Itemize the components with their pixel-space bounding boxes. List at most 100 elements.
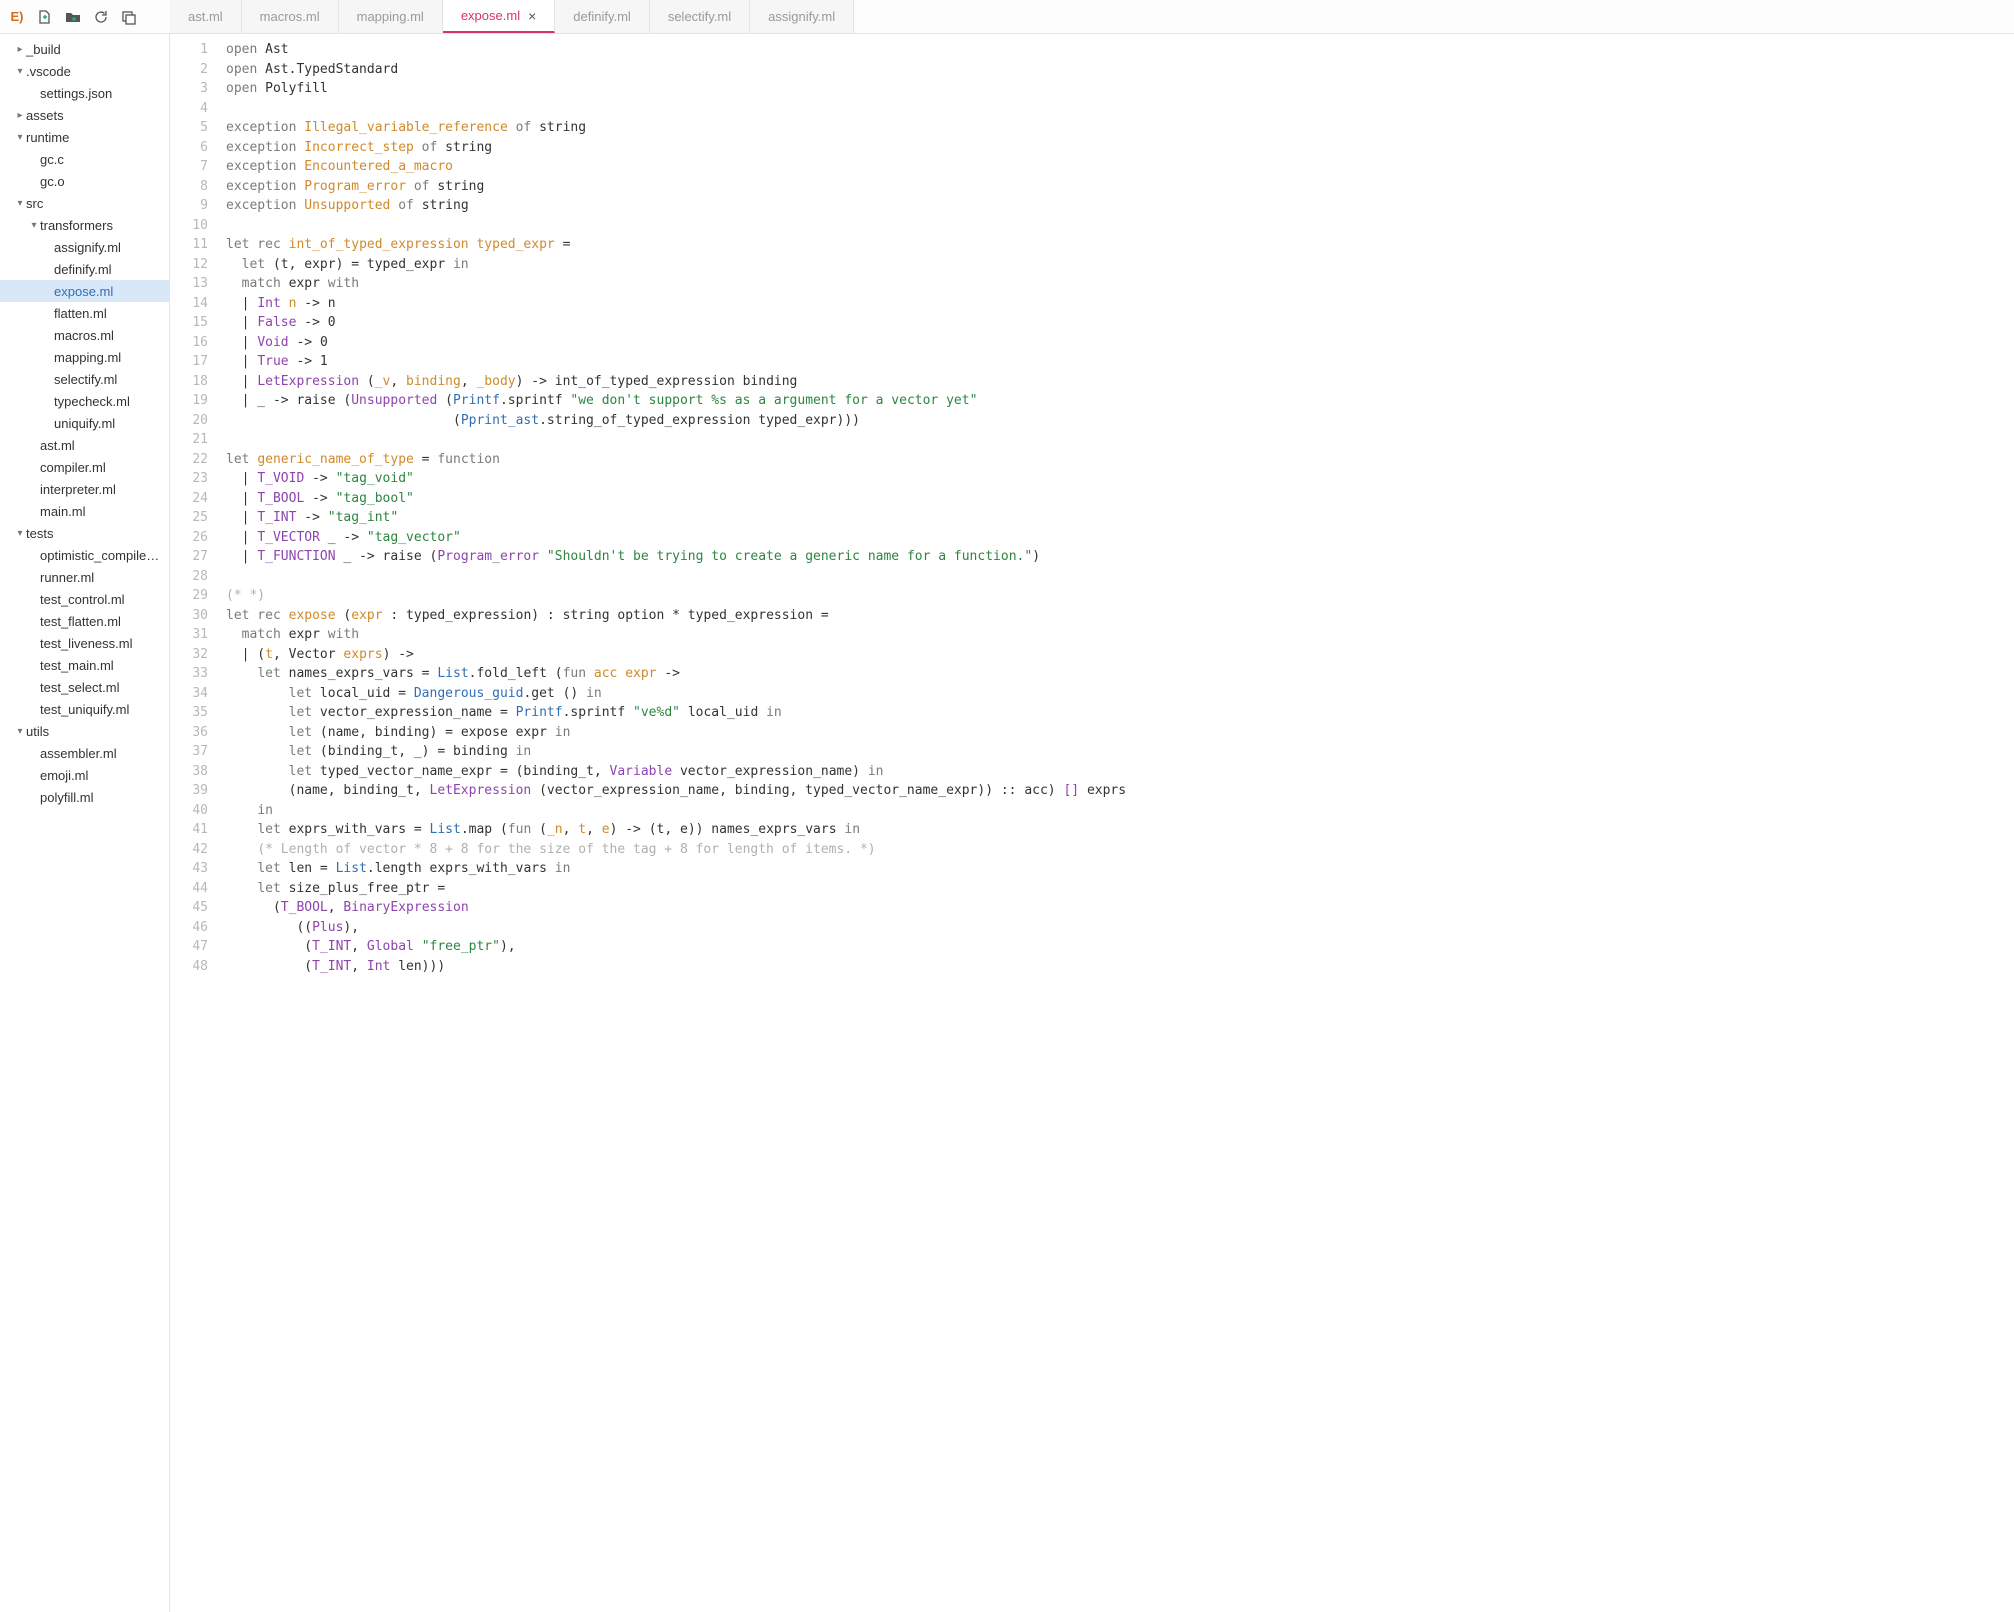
- code-line[interactable]: match expr with: [226, 274, 1126, 294]
- tree-file-optimistic_compile-[interactable]: optimistic_compile…: [0, 544, 169, 566]
- code-line[interactable]: open Ast: [226, 40, 1126, 60]
- chevron-down-icon[interactable]: ▾: [14, 198, 26, 209]
- tree-folder-tests[interactable]: ▾tests: [0, 522, 169, 544]
- tree-file-gc-o[interactable]: gc.o: [0, 170, 169, 192]
- tab-selectify-ml[interactable]: selectify.ml: [650, 0, 750, 33]
- chevron-right-icon[interactable]: ▸: [14, 44, 26, 55]
- code-line[interactable]: | Int n -> n: [226, 294, 1126, 314]
- code-line[interactable]: let generic_name_of_type = function: [226, 450, 1126, 470]
- code-line[interactable]: in: [226, 801, 1126, 821]
- code-line[interactable]: | (t, Vector exprs) ->: [226, 645, 1126, 665]
- code-line[interactable]: [226, 430, 1126, 450]
- tree-file-test_main-ml[interactable]: test_main.ml: [0, 654, 169, 676]
- code-line[interactable]: let vector_expression_name = Printf.spri…: [226, 703, 1126, 723]
- chevron-down-icon[interactable]: ▾: [14, 726, 26, 737]
- code-line[interactable]: exception Unsupported of string: [226, 196, 1126, 216]
- code-line[interactable]: | _ -> raise (Unsupported (Printf.sprint…: [226, 391, 1126, 411]
- code-line[interactable]: let names_exprs_vars = List.fold_left (f…: [226, 664, 1126, 684]
- tree-file-definify-ml[interactable]: definify.ml: [0, 258, 169, 280]
- code-line[interactable]: | False -> 0: [226, 313, 1126, 333]
- editor[interactable]: 1234567891011121314151617181920212223242…: [170, 34, 2014, 1612]
- tree-file-gc-c[interactable]: gc.c: [0, 148, 169, 170]
- tree-file-emoji-ml[interactable]: emoji.ml: [0, 764, 169, 786]
- code-line[interactable]: | T_BOOL -> "tag_bool": [226, 489, 1126, 509]
- code-area[interactable]: open Astopen Ast.TypedStandardopen Polyf…: [218, 34, 1126, 1612]
- code-line[interactable]: ((Plus),: [226, 918, 1126, 938]
- code-line[interactable]: | LetExpression (_v, binding, _body) -> …: [226, 372, 1126, 392]
- code-line[interactable]: (* *): [226, 586, 1126, 606]
- code-line[interactable]: exception Encountered_a_macro: [226, 157, 1126, 177]
- refresh-icon[interactable]: [92, 8, 110, 26]
- code-line[interactable]: | Void -> 0: [226, 333, 1126, 353]
- code-line[interactable]: open Polyfill: [226, 79, 1126, 99]
- code-line[interactable]: let rec expose (expr : typed_expression)…: [226, 606, 1126, 626]
- tree-folder-runtime[interactable]: ▾runtime: [0, 126, 169, 148]
- tree-folder-transformers[interactable]: ▾transformers: [0, 214, 169, 236]
- code-line[interactable]: exception Incorrect_step of string: [226, 138, 1126, 158]
- tab-definify-ml[interactable]: definify.ml: [555, 0, 650, 33]
- new-file-icon[interactable]: [36, 8, 54, 26]
- new-folder-icon[interactable]: [64, 8, 82, 26]
- code-line[interactable]: exception Program_error of string: [226, 177, 1126, 197]
- code-line[interactable]: let typed_vector_name_expr = (binding_t,…: [226, 762, 1126, 782]
- code-line[interactable]: [226, 216, 1126, 236]
- tab-expose-ml[interactable]: expose.ml×: [443, 0, 555, 33]
- tree-folder-utils[interactable]: ▾utils: [0, 720, 169, 742]
- tree-file-expose-ml[interactable]: expose.ml: [0, 280, 169, 302]
- code-line[interactable]: [226, 99, 1126, 119]
- tree-folder-_build[interactable]: ▸_build: [0, 38, 169, 60]
- tree-folder-assets[interactable]: ▸assets: [0, 104, 169, 126]
- code-line[interactable]: [226, 567, 1126, 587]
- tree-folder-src[interactable]: ▾src: [0, 192, 169, 214]
- tree-file-macros-ml[interactable]: macros.ml: [0, 324, 169, 346]
- tree-file-assignify-ml[interactable]: assignify.ml: [0, 236, 169, 258]
- chevron-down-icon[interactable]: ▾: [14, 66, 26, 77]
- collapse-icon[interactable]: [120, 8, 138, 26]
- tree-file-mapping-ml[interactable]: mapping.ml: [0, 346, 169, 368]
- code-line[interactable]: let (binding_t, _) = binding in: [226, 742, 1126, 762]
- tab-mapping-ml[interactable]: mapping.ml: [339, 0, 443, 33]
- code-line[interactable]: exception Illegal_variable_reference of …: [226, 118, 1126, 138]
- code-line[interactable]: let (name, binding) = expose expr in: [226, 723, 1126, 743]
- code-line[interactable]: (T_INT, Global "free_ptr"),: [226, 937, 1126, 957]
- tree-file-test_liveness-ml[interactable]: test_liveness.ml: [0, 632, 169, 654]
- code-line[interactable]: | T_VOID -> "tag_void": [226, 469, 1126, 489]
- code-line[interactable]: match expr with: [226, 625, 1126, 645]
- tree-file-flatten-ml[interactable]: flatten.ml: [0, 302, 169, 324]
- tab-ast-ml[interactable]: ast.ml: [170, 0, 242, 33]
- code-line[interactable]: | True -> 1: [226, 352, 1126, 372]
- tree-folder--vscode[interactable]: ▾.vscode: [0, 60, 169, 82]
- code-line[interactable]: (T_INT, Int len))): [226, 957, 1126, 977]
- code-line[interactable]: let size_plus_free_ptr =: [226, 879, 1126, 899]
- tree-file-test_flatten-ml[interactable]: test_flatten.ml: [0, 610, 169, 632]
- tab-assignify-ml[interactable]: assignify.ml: [750, 0, 854, 33]
- file-tree[interactable]: ▸_build▾.vscodesettings.json▸assets▾runt…: [0, 34, 170, 1612]
- code-line[interactable]: | T_FUNCTION _ -> raise (Program_error "…: [226, 547, 1126, 567]
- tree-file-compiler-ml[interactable]: compiler.ml: [0, 456, 169, 478]
- code-line[interactable]: (name, binding_t, LetExpression (vector_…: [226, 781, 1126, 801]
- code-line[interactable]: open Ast.TypedStandard: [226, 60, 1126, 80]
- code-line[interactable]: | T_VECTOR _ -> "tag_vector": [226, 528, 1126, 548]
- code-line[interactable]: | T_INT -> "tag_int": [226, 508, 1126, 528]
- tree-file-uniquify-ml[interactable]: uniquify.ml: [0, 412, 169, 434]
- code-line[interactable]: (T_BOOL, BinaryExpression: [226, 898, 1126, 918]
- tree-file-settings-json[interactable]: settings.json: [0, 82, 169, 104]
- tree-file-assembler-ml[interactable]: assembler.ml: [0, 742, 169, 764]
- tree-file-runner-ml[interactable]: runner.ml: [0, 566, 169, 588]
- code-line[interactable]: let rec int_of_typed_expression typed_ex…: [226, 235, 1126, 255]
- tree-file-main-ml[interactable]: main.ml: [0, 500, 169, 522]
- code-line[interactable]: let local_uid = Dangerous_guid.get () in: [226, 684, 1126, 704]
- tree-file-selectify-ml[interactable]: selectify.ml: [0, 368, 169, 390]
- tab-macros-ml[interactable]: macros.ml: [242, 0, 339, 33]
- code-line[interactable]: let len = List.length exprs_with_vars in: [226, 859, 1126, 879]
- chevron-down-icon[interactable]: ▾: [28, 220, 40, 231]
- code-line[interactable]: let (t, expr) = typed_expr in: [226, 255, 1126, 275]
- tree-file-polyfill-ml[interactable]: polyfill.ml: [0, 786, 169, 808]
- tree-file-test_uniquify-ml[interactable]: test_uniquify.ml: [0, 698, 169, 720]
- chevron-right-icon[interactable]: ▸: [14, 110, 26, 121]
- code-line[interactable]: (Pprint_ast.string_of_typed_expression t…: [226, 411, 1126, 431]
- chevron-down-icon[interactable]: ▾: [14, 132, 26, 143]
- code-line[interactable]: (* Length of vector * 8 + 8 for the size…: [226, 840, 1126, 860]
- tree-file-test_select-ml[interactable]: test_select.ml: [0, 676, 169, 698]
- code-line[interactable]: let exprs_with_vars = List.map (fun (_n,…: [226, 820, 1126, 840]
